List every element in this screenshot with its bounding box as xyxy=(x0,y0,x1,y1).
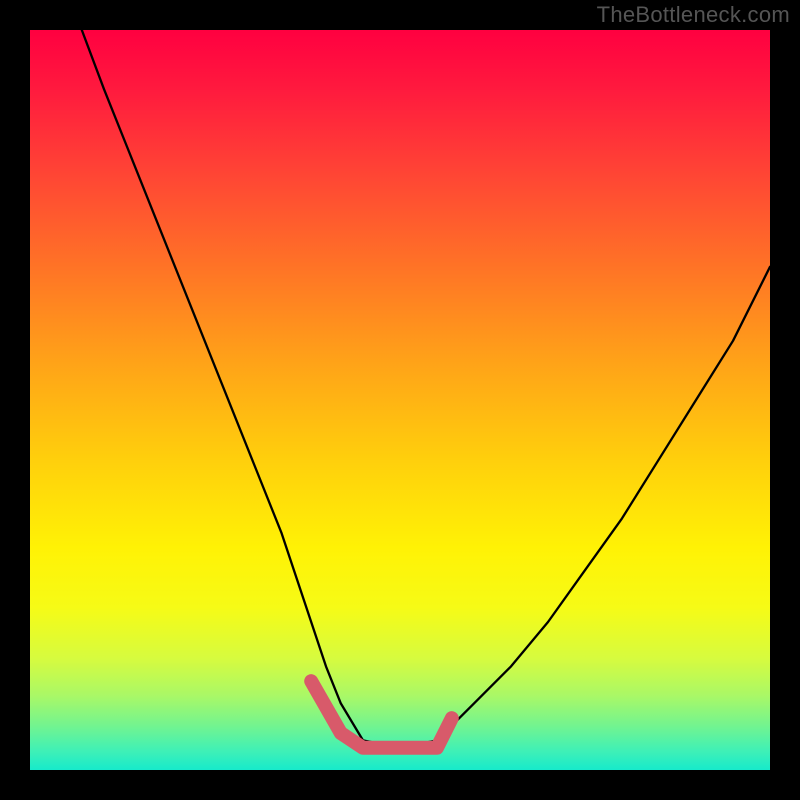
bottleneck-chart xyxy=(30,30,770,770)
watermark-text: TheBottleneck.com xyxy=(597,2,790,28)
plot-area xyxy=(30,30,770,770)
gradient-background xyxy=(30,30,770,770)
chart-frame: TheBottleneck.com xyxy=(0,0,800,800)
